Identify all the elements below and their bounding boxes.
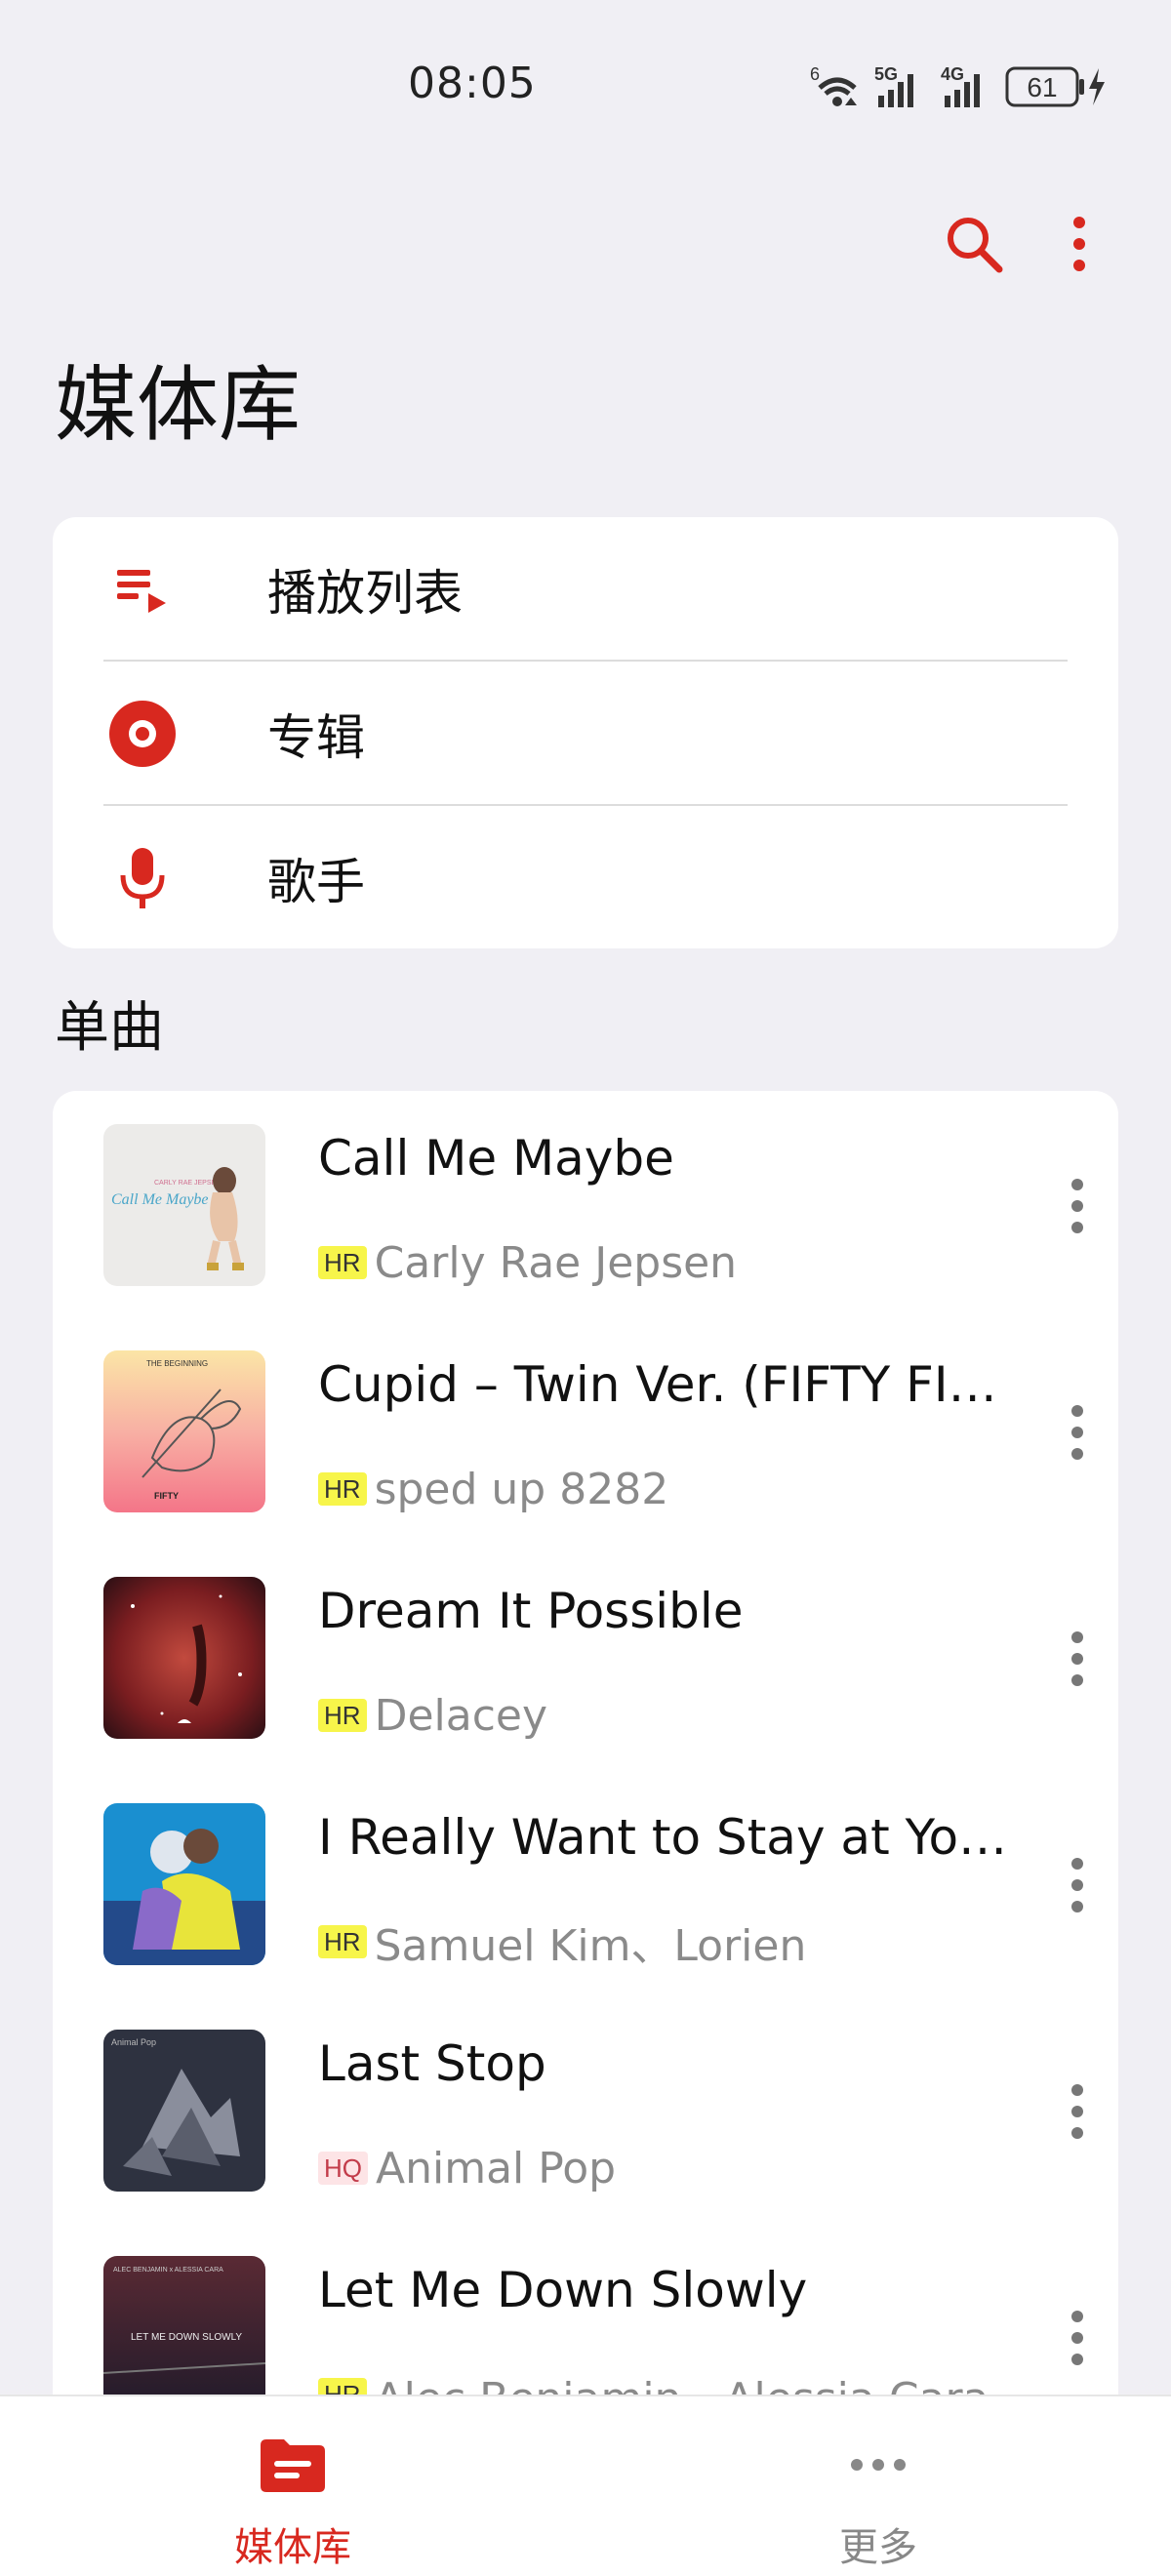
more-vertical-icon	[1073, 217, 1085, 271]
song-subtitle: HR Samuel Kim、Lorien	[318, 1912, 806, 1971]
more-vertical-icon	[1071, 2311, 1083, 2365]
song-row[interactable]: Dream It Possible HR Delacey	[53, 1544, 1118, 1770]
song-row[interactable]: Animal Pop Last Stop HQ Animal Pop	[53, 1996, 1118, 2223]
song-title: Cupid – Twin Ver. (FIFTY FI…	[318, 1356, 997, 1413]
album-cover: CARLY RAE JEPSEN Call Me Maybe	[103, 1124, 265, 1286]
song-title: Let Me Down Slowly	[318, 2262, 808, 2318]
song-artist: Samuel Kim、Lorien	[374, 1921, 807, 1971]
tab-label-library: 媒体库	[234, 2525, 351, 2570]
status-time: 08:05	[408, 59, 537, 108]
song-row[interactable]: CARLY RAE JEPSEN Call Me Maybe Call Me M…	[53, 1091, 1118, 1317]
album-cover	[103, 1803, 265, 1965]
quality-badge: HR	[318, 1699, 367, 1732]
svg-text:Call Me Maybe: Call Me Maybe	[111, 1191, 209, 1208]
signal-4g-icon: 4G	[941, 64, 980, 107]
svg-text:6: 6	[810, 64, 820, 84]
more-horizontal-icon	[732, 2435, 1025, 2504]
more-vertical-icon	[1071, 1179, 1083, 1233]
nav-item-playlists[interactable]: 播放列表	[103, 517, 1068, 662]
song-row[interactable]: THE BEGINNING FIFTY Cupid – Twin Ver. (F…	[53, 1317, 1118, 1544]
song-more-button[interactable]	[1038, 1167, 1116, 1245]
tab-more[interactable]: 更多	[732, 2396, 1025, 2576]
song-more-button[interactable]	[1038, 2299, 1116, 2377]
svg-text:61: 61	[1027, 72, 1057, 102]
song-more-button[interactable]	[1038, 1620, 1116, 1698]
svg-text:4G: 4G	[941, 64, 964, 84]
top-actions	[781, 205, 1171, 283]
svg-text:FIFTY: FIFTY	[154, 1491, 179, 1501]
page-title: 媒体库	[55, 357, 302, 453]
song-artist: Delacey	[374, 1690, 548, 1741]
song-subtitle: HR sped up 8282	[318, 1460, 668, 1518]
tab-library[interactable]: 媒体库	[146, 2396, 439, 2576]
nav-label-albums: 专辑	[267, 709, 365, 766]
more-vertical-icon	[1071, 2084, 1083, 2139]
song-more-button[interactable]	[1038, 2073, 1116, 2151]
album-cover: Animal Pop	[103, 2030, 265, 2192]
status-icons: 6 5G 4G 61	[806, 62, 1118, 111]
quality-badge: HQ	[318, 2152, 368, 2185]
bottom-navigation: 媒体库 更多	[0, 2395, 1171, 2576]
svg-text:LET ME DOWN SLOWLY: LET ME DOWN SLOWLY	[131, 2332, 242, 2343]
microphone-icon	[103, 839, 182, 917]
quality-badge: HR	[318, 1925, 367, 1958]
quality-badge: HR	[318, 1472, 367, 1506]
album-cover	[103, 1577, 265, 1739]
song-more-button[interactable]	[1038, 1846, 1116, 1924]
playlist-icon	[103, 550, 182, 628]
nav-label-artists: 歌手	[267, 854, 365, 910]
album-icon	[103, 695, 182, 773]
library-nav-card: 播放列表 专辑 歌手	[53, 517, 1118, 948]
battery-icon: 61	[1005, 66, 1105, 107]
svg-text:ALEC BENJAMIN x ALESSIA CARA: ALEC BENJAMIN x ALESSIA CARA	[113, 2267, 223, 2274]
svg-text:THE BEGINNING: THE BEGINNING	[146, 1359, 208, 1368]
song-more-button[interactable]	[1038, 1393, 1116, 1471]
more-vertical-icon	[1071, 1858, 1083, 1912]
song-title: Last Stop	[318, 2035, 546, 2092]
song-title: Call Me Maybe	[318, 1130, 674, 1187]
tab-label-more: 更多	[839, 2525, 917, 2570]
nav-item-albums[interactable]: 专辑	[103, 662, 1068, 806]
search-icon	[948, 218, 1003, 273]
song-title: I Really Want to Stay at Yo…	[318, 1809, 1008, 1866]
search-button[interactable]	[935, 205, 1013, 283]
album-cover: THE BEGINNING FIFTY	[103, 1350, 265, 1512]
nav-item-artists[interactable]: 歌手	[103, 806, 1068, 950]
library-folder-icon	[146, 2435, 439, 2504]
song-subtitle: HR Delacey	[318, 1686, 547, 1745]
songs-list: CARLY RAE JEPSEN Call Me Maybe Call Me M…	[53, 1091, 1118, 2457]
nav-label-playlists: 播放列表	[267, 565, 463, 622]
song-subtitle: HQ Animal Pop	[318, 2139, 616, 2197]
song-row[interactable]: I Really Want to Stay at Yo… HR Samuel K…	[53, 1770, 1118, 1996]
svg-text:5G: 5G	[874, 64, 898, 84]
song-artist: Animal Pop	[376, 2143, 617, 2194]
svg-text:Animal Pop: Animal Pop	[111, 2037, 156, 2047]
more-vertical-icon	[1071, 1405, 1083, 1460]
song-artist: Carly Rae Jepsen	[374, 1237, 738, 1288]
signal-5g-icon: 5G	[874, 64, 913, 107]
song-title: Dream It Possible	[318, 1583, 744, 1639]
svg-text:CARLY RAE JEPSEN: CARLY RAE JEPSEN	[154, 1180, 221, 1187]
songs-section-title: 单曲	[55, 996, 164, 1060]
wifi-icon: 6	[810, 64, 857, 106]
more-options-button[interactable]	[1040, 205, 1118, 283]
more-vertical-icon	[1071, 1631, 1083, 1686]
song-artist: sped up 8282	[374, 1464, 669, 1514]
song-subtitle: HR Carly Rae Jepsen	[318, 1233, 737, 1292]
status-bar: 08:05 6 5G 4G 61	[0, 0, 1171, 176]
quality-badge: HR	[318, 1246, 367, 1279]
